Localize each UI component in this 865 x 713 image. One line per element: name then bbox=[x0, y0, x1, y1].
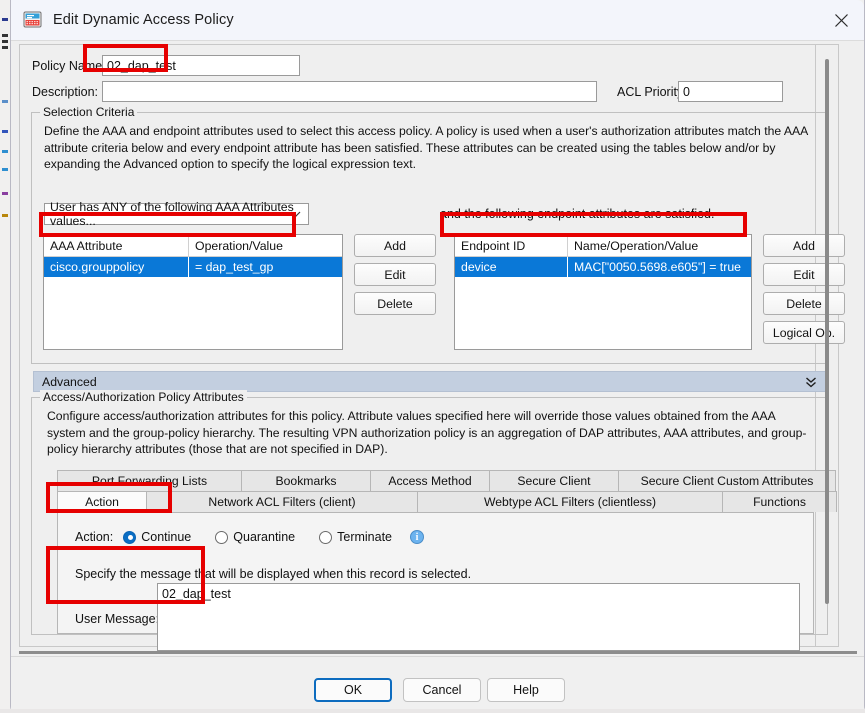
policy-name-label: Policy Name bbox=[32, 59, 103, 73]
action-row: Action: Continue Quarantine Terminate i bbox=[75, 530, 425, 544]
dialog-content: Policy Name Description: ACL Priority: S… bbox=[11, 40, 864, 651]
title-bar: Edit Dynamic Access Policy bbox=[11, 0, 864, 40]
table-row[interactable]: cisco.grouppolicy = dap_test_gp bbox=[44, 257, 342, 277]
radio-continue[interactable]: Continue bbox=[123, 530, 191, 544]
radio-terminate-label: Terminate bbox=[337, 530, 393, 544]
tabs-bottom-row: Action Network ACL Filters (client) Webt… bbox=[57, 491, 837, 512]
user-message-label: User Message: bbox=[75, 612, 160, 626]
tab-port-forwarding-lists[interactable]: Port Forwarding Lists bbox=[57, 470, 242, 491]
help-button[interactable]: Help bbox=[487, 678, 565, 702]
tab-webtype-acl-filters[interactable]: Webtype ACL Filters (clientless) bbox=[417, 491, 723, 512]
aaa-add-button[interactable]: Add bbox=[354, 234, 436, 257]
endpoint-col-id: Endpoint ID bbox=[455, 235, 568, 256]
ok-button[interactable]: OK bbox=[314, 678, 392, 702]
table-row[interactable]: device MAC["0050.5698.e605"] = true bbox=[455, 257, 751, 277]
radio-quarantine-label: Quarantine bbox=[233, 530, 296, 544]
description-input[interactable] bbox=[102, 81, 597, 102]
tab-secure-client[interactable]: Secure Client bbox=[489, 470, 619, 491]
radio-continue-label: Continue bbox=[141, 530, 192, 544]
aaa-attribute-selector-value: User has ANY of the following AAA Attrib… bbox=[50, 200, 294, 228]
screen: Edit Dynamic Access Policy Policy Name D… bbox=[0, 0, 865, 713]
app-policy-icon bbox=[23, 10, 43, 30]
tabs-top-row: Port Forwarding Lists Bookmarks Access M… bbox=[57, 470, 836, 491]
advanced-expander[interactable]: Advanced bbox=[33, 371, 828, 392]
scroll-pane: Policy Name Description: ACL Priority: S… bbox=[19, 44, 845, 651]
endpoint-row-id: device bbox=[455, 257, 568, 277]
vertical-scrollbar[interactable] bbox=[822, 51, 832, 643]
aaa-table-header: AAA Attribute Operation/Value bbox=[44, 235, 342, 257]
radio-quarantine[interactable]: Quarantine bbox=[215, 530, 295, 544]
aaa-col-operation: Operation/Value bbox=[195, 238, 283, 253]
close-icon[interactable] bbox=[818, 0, 864, 40]
acl-priority-label: ACL Priority: bbox=[617, 85, 687, 99]
action-tab-panel: Action: Continue Quarantine Terminate i … bbox=[57, 512, 814, 651]
endpoint-row-value: MAC["0050.5698.e605"] = true bbox=[574, 260, 741, 274]
aaa-col-attribute: AAA Attribute bbox=[44, 235, 189, 256]
endpoint-col-value: Name/Operation/Value bbox=[574, 238, 699, 253]
endpoint-table-header: Endpoint ID Name/Operation/Value bbox=[455, 235, 751, 257]
background-window-sliver bbox=[0, 0, 10, 713]
tab-bookmarks[interactable]: Bookmarks bbox=[241, 470, 371, 491]
selection-criteria-legend: Selection Criteria bbox=[40, 105, 138, 119]
tab-functions[interactable]: Functions bbox=[722, 491, 837, 512]
tab-network-acl-filters[interactable]: Network ACL Filters (client) bbox=[146, 491, 418, 512]
tab-action[interactable]: Action bbox=[57, 491, 147, 512]
radio-quarantine-indicator bbox=[215, 530, 229, 544]
policy-attributes-description: Configure access/authorization attribute… bbox=[47, 409, 807, 456]
advanced-label: Advanced bbox=[42, 374, 97, 389]
desktop-strip bbox=[0, 709, 865, 713]
footer-separator-thick bbox=[19, 651, 857, 654]
cancel-button[interactable]: Cancel bbox=[403, 678, 481, 702]
endpoint-logical-op-button[interactable]: Logical Op. bbox=[763, 321, 845, 344]
user-message-instruction: Specify the message that will be display… bbox=[75, 567, 472, 581]
dialog-window: Edit Dynamic Access Policy Policy Name D… bbox=[10, 0, 865, 713]
description-label: Description: bbox=[32, 85, 98, 99]
policy-attributes-legend: Access/Authorization Policy Attributes bbox=[40, 390, 247, 404]
aaa-delete-button[interactable]: Delete bbox=[354, 292, 436, 315]
radio-terminate[interactable]: Terminate bbox=[319, 530, 392, 544]
radio-terminate-indicator bbox=[319, 530, 333, 544]
tab-access-method[interactable]: Access Method bbox=[370, 470, 490, 491]
endpoint-note: and the following endpoint attributes ar… bbox=[440, 207, 715, 221]
aaa-attributes-table[interactable]: AAA Attribute Operation/Value cisco.grou… bbox=[43, 234, 343, 350]
scrollbar-thumb[interactable] bbox=[825, 59, 829, 604]
chevron-double-down-icon bbox=[805, 375, 817, 392]
aaa-attribute-selector[interactable]: User has ANY of the following AAA Attrib… bbox=[44, 200, 309, 228]
action-label: Action: bbox=[75, 530, 114, 544]
policy-name-input[interactable] bbox=[102, 55, 300, 76]
selection-criteria-group: Selection Criteria Define the AAA and en… bbox=[31, 105, 845, 392]
acl-priority-input[interactable] bbox=[678, 81, 783, 102]
aaa-row-operation: = dap_test_gp bbox=[195, 260, 274, 274]
dialog-footer: OK Cancel Help bbox=[11, 657, 864, 712]
endpoint-delete-button[interactable]: Delete bbox=[763, 292, 845, 315]
info-icon[interactable]: i bbox=[410, 530, 425, 544]
window-title: Edit Dynamic Access Policy bbox=[53, 12, 234, 28]
user-message-textarea[interactable] bbox=[157, 583, 800, 651]
selection-criteria-description: Define the AAA and endpoint attributes u… bbox=[44, 124, 808, 171]
radio-continue-indicator bbox=[123, 530, 137, 544]
endpoint-add-button[interactable]: Add bbox=[763, 234, 845, 257]
endpoint-edit-button[interactable]: Edit bbox=[763, 263, 845, 286]
tab-secure-client-custom-attributes[interactable]: Secure Client Custom Attributes bbox=[618, 470, 836, 491]
policy-attributes-group: Access/Authorization Policy Attributes C… bbox=[31, 390, 837, 651]
endpoint-attributes-table[interactable]: Endpoint ID Name/Operation/Value device … bbox=[454, 234, 752, 350]
aaa-edit-button[interactable]: Edit bbox=[354, 263, 436, 286]
aaa-row-attribute: cisco.grouppolicy bbox=[44, 257, 189, 277]
